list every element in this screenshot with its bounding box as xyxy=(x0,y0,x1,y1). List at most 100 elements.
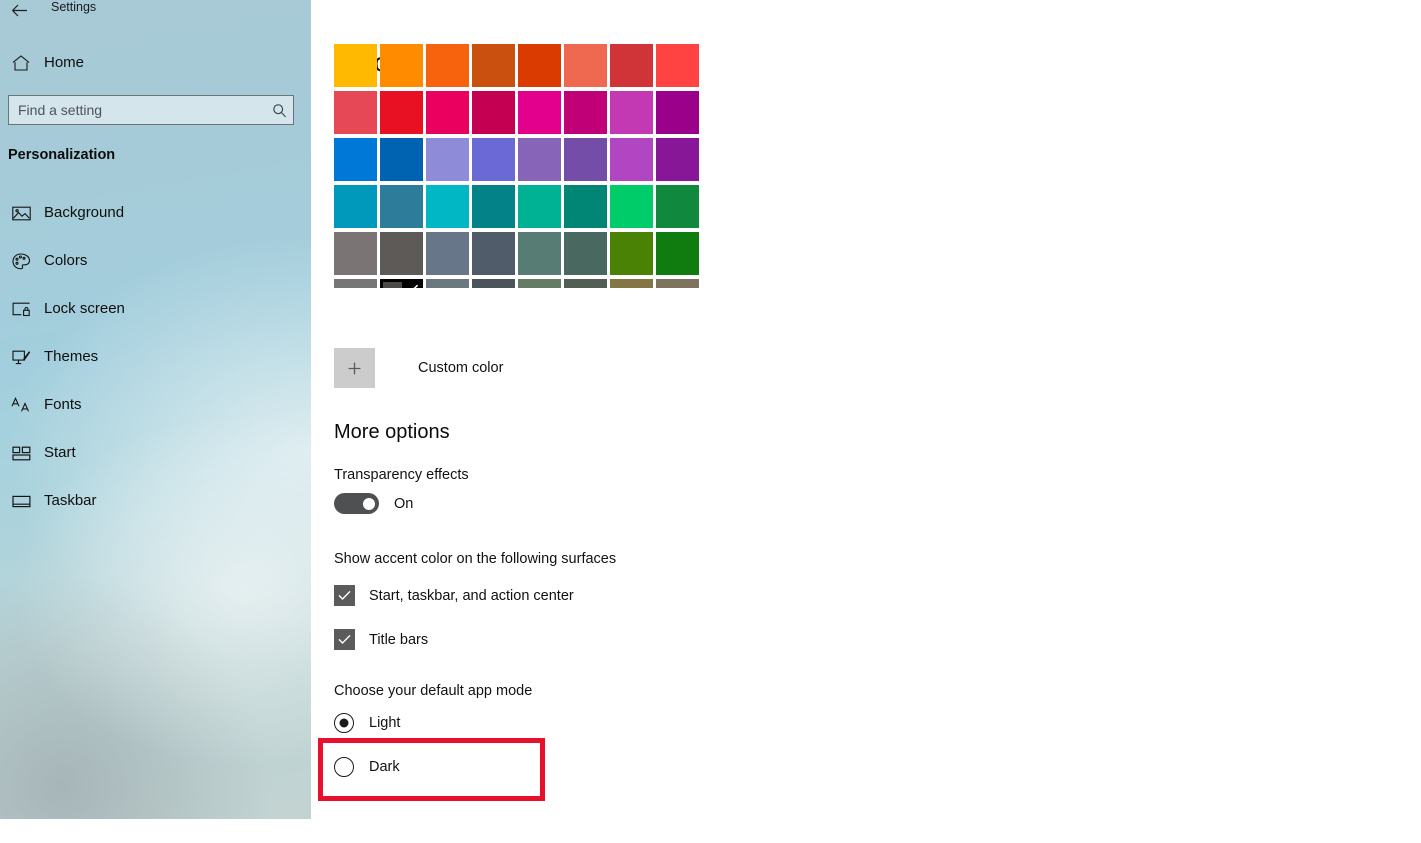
sidebar-item-start[interactable]: Start xyxy=(0,429,311,477)
title-bar: Settings xyxy=(0,0,311,24)
color-swatch[interactable] xyxy=(334,185,377,228)
color-swatch[interactable] xyxy=(426,279,469,288)
radio-selected-icon xyxy=(334,713,354,733)
picture-icon xyxy=(6,206,36,221)
color-swatch[interactable] xyxy=(380,138,423,181)
color-swatch[interactable] xyxy=(518,138,561,181)
color-grid-row xyxy=(334,279,706,288)
plus-icon xyxy=(334,348,375,388)
radio-app-mode-light[interactable]: Light xyxy=(334,713,400,733)
sidebar-item-background[interactable]: Background xyxy=(0,189,311,237)
color-swatch[interactable] xyxy=(656,279,699,288)
checkmark-icon xyxy=(334,585,355,606)
sidebar-item-taskbar[interactable]: Taskbar xyxy=(0,477,311,525)
fonts-aa-icon xyxy=(6,397,36,413)
color-swatch[interactable] xyxy=(380,44,423,87)
taskbar-icon xyxy=(6,495,36,508)
color-swatch[interactable] xyxy=(518,232,561,275)
color-swatch[interactable] xyxy=(610,232,653,275)
sidebar-item-home[interactable]: Home xyxy=(0,48,311,78)
color-grid-row xyxy=(334,185,706,232)
color-swatch[interactable] xyxy=(334,44,377,87)
color-swatch[interactable] xyxy=(426,44,469,87)
color-swatch[interactable] xyxy=(564,44,607,87)
color-swatch[interactable] xyxy=(334,91,377,134)
custom-color-button[interactable]: Custom color xyxy=(334,348,503,388)
color-swatch[interactable] xyxy=(472,138,515,181)
sidebar-item-themes[interactable]: Themes xyxy=(0,333,311,381)
color-swatch[interactable] xyxy=(426,185,469,228)
color-swatch[interactable] xyxy=(472,232,515,275)
color-swatch[interactable] xyxy=(380,185,423,228)
lock-screen-icon xyxy=(6,302,36,317)
sidebar-item-label: Start xyxy=(44,443,76,463)
color-swatch[interactable] xyxy=(334,232,377,275)
color-swatch[interactable] xyxy=(610,279,653,288)
color-swatch[interactable] xyxy=(564,91,607,134)
color-swatch[interactable] xyxy=(426,232,469,275)
color-swatch[interactable] xyxy=(426,91,469,134)
color-swatch[interactable] xyxy=(518,279,561,288)
transparency-effects-row[interactable]: On xyxy=(334,493,413,514)
color-swatch[interactable] xyxy=(518,44,561,87)
checkbox-title-bars[interactable]: Title bars xyxy=(334,629,428,650)
radio-app-mode-dark[interactable]: Dark xyxy=(334,757,400,777)
color-swatch[interactable] xyxy=(610,91,653,134)
color-swatch[interactable] xyxy=(564,279,607,288)
color-swatch[interactable] xyxy=(518,185,561,228)
color-swatch[interactable] xyxy=(610,185,653,228)
color-swatch[interactable] xyxy=(426,138,469,181)
transparency-effects-label: Transparency effects xyxy=(334,466,469,485)
color-swatch[interactable] xyxy=(564,185,607,228)
color-swatch[interactable] xyxy=(656,91,699,134)
sidebar-section-title: Personalization xyxy=(8,145,115,165)
sidebar-item-label: Colors xyxy=(44,251,87,271)
color-swatch[interactable] xyxy=(656,138,699,181)
app-mode-label: Choose your default app mode xyxy=(334,682,532,701)
color-swatch[interactable] xyxy=(656,44,699,87)
color-swatch[interactable] xyxy=(380,91,423,134)
sidebar-item-fonts[interactable]: Fonts xyxy=(0,381,311,429)
color-swatch[interactable] xyxy=(380,232,423,275)
toggle-knob xyxy=(363,498,375,510)
checkbox-start-taskbar-action-center[interactable]: Start, taskbar, and action center xyxy=(334,585,574,606)
sidebar-item-colors[interactable]: Colors xyxy=(0,237,311,285)
transparency-effects-toggle[interactable] xyxy=(334,493,379,514)
home-icon xyxy=(6,55,36,71)
radio-label: Light xyxy=(369,715,400,731)
back-arrow-icon[interactable] xyxy=(8,0,30,22)
color-grid-row xyxy=(334,232,706,279)
checkbox-label: Title bars xyxy=(369,632,428,648)
color-swatch[interactable] xyxy=(656,232,699,275)
radio-dot xyxy=(340,719,349,728)
color-swatch[interactable] xyxy=(610,138,653,181)
color-swatch[interactable] xyxy=(472,185,515,228)
sidebar: Settings Home Personalization xyxy=(0,0,311,819)
color-swatch[interactable] xyxy=(472,279,515,288)
checkmark-icon xyxy=(334,629,355,650)
checkmark-icon xyxy=(402,279,423,288)
accent-color-grid xyxy=(334,81,706,288)
color-swatch[interactable] xyxy=(472,44,515,87)
start-tiles-icon xyxy=(6,446,36,461)
color-swatch[interactable] xyxy=(564,232,607,275)
sidebar-item-label: Lock screen xyxy=(44,299,125,319)
sidebar-item-lock-screen[interactable]: Lock screen xyxy=(0,285,311,333)
color-swatch[interactable] xyxy=(610,44,653,87)
color-swatch[interactable] xyxy=(334,279,377,288)
sidebar-nav: Background Colors xyxy=(0,189,311,525)
palette-icon xyxy=(6,253,36,270)
color-grid-row xyxy=(334,138,706,185)
color-swatch[interactable] xyxy=(564,138,607,181)
color-swatch[interactable] xyxy=(472,91,515,134)
search-box[interactable] xyxy=(8,95,294,125)
color-swatch[interactable] xyxy=(334,138,377,181)
color-swatch[interactable] xyxy=(518,91,561,134)
color-swatch[interactable] xyxy=(656,185,699,228)
radio-unselected-icon xyxy=(334,757,354,777)
settings-window: Settings Home Personalization xyxy=(0,0,1421,843)
search-input[interactable] xyxy=(9,96,265,124)
search-icon[interactable] xyxy=(265,96,293,124)
color-swatch[interactable] xyxy=(380,279,423,288)
app-title: Settings xyxy=(51,0,96,16)
